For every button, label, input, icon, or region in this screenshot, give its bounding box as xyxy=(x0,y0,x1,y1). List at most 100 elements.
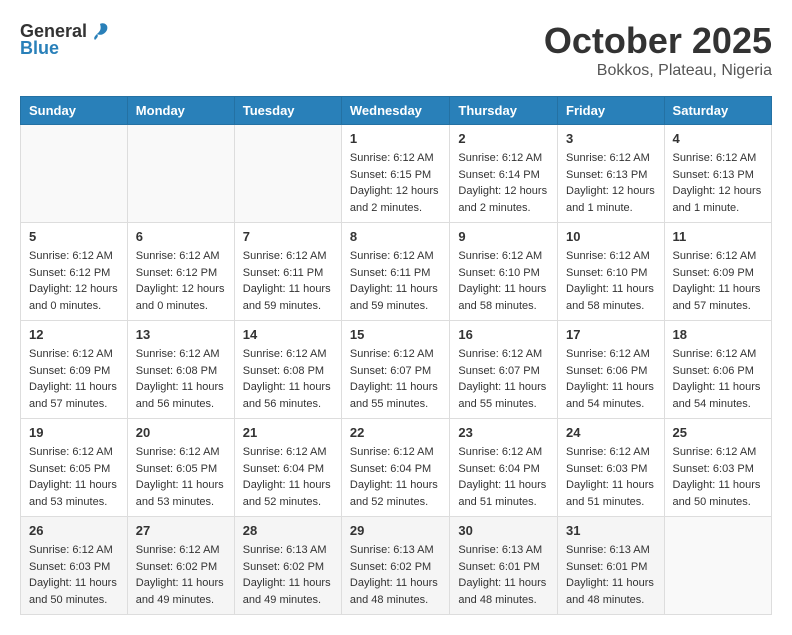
day-number: 18 xyxy=(673,327,763,342)
calendar-day-cell: 24 Sunrise: 6:12 AMSunset: 6:03 PMDayligh… xyxy=(558,419,665,517)
day-number: 24 xyxy=(566,425,656,440)
calendar-week-row: 26 Sunrise: 6:12 AMSunset: 6:03 PMDayligh… xyxy=(21,517,772,615)
daylight-info: Daylight: 11 hours and 59 minutes. xyxy=(243,283,331,312)
day-info: Sunrise: 6:12 AMSunset: 6:07 PMDaylight:… xyxy=(350,346,442,412)
daylight-info: Daylight: 11 hours and 57 minutes. xyxy=(29,381,117,410)
day-info: Sunrise: 6:12 AMSunset: 6:03 PMDaylight:… xyxy=(29,542,119,608)
day-info: Sunrise: 6:12 AMSunset: 6:04 PMDaylight:… xyxy=(350,444,442,510)
daylight-info: Daylight: 12 hours and 0 minutes. xyxy=(29,283,118,312)
calendar-day-cell: 5Sunrise: 6:12 AMSunset: 6:12 PMDaylight… xyxy=(21,223,128,321)
daylight-info: Daylight: 11 hours and 50 minutes. xyxy=(29,577,117,606)
daylight-info: Daylight: 12 hours and 2 minutes. xyxy=(458,185,547,214)
sunset-info: Sunset: 6:07 PM xyxy=(458,365,539,377)
calendar-week-row: 1 Sunrise: 6:12 AMSunset: 6:15 PMDaylight… xyxy=(21,125,772,223)
sunrise-info: Sunrise: 6:13 AM xyxy=(243,544,327,556)
daylight-info: Daylight: 11 hours and 56 minutes. xyxy=(136,381,224,410)
day-number: 12 xyxy=(29,327,119,342)
sunset-info: Sunset: 6:04 PM xyxy=(458,463,539,475)
sunrise-info: Sunrise: 6:12 AM xyxy=(458,250,542,262)
sunset-info: Sunset: 6:02 PM xyxy=(243,561,324,573)
calendar-day-cell: 26 Sunrise: 6:12 AMSunset: 6:03 PMDayligh… xyxy=(21,517,128,615)
day-number: 1 xyxy=(350,131,442,146)
sunset-info: Sunset: 6:10 PM xyxy=(458,267,539,279)
day-info: Sunrise: 6:12 AMSunset: 6:04 PMDaylight:… xyxy=(458,444,549,510)
sunrise-info: Sunrise: 6:12 AM xyxy=(350,348,434,360)
sunrise-info: Sunrise: 6:12 AM xyxy=(243,446,327,458)
day-info: Sunrise: 6:12 AMSunset: 6:02 PMDaylight:… xyxy=(136,542,226,608)
sunset-info: Sunset: 6:02 PM xyxy=(350,561,431,573)
calendar-day-cell: 22 Sunrise: 6:12 AMSunset: 6:04 PMDayligh… xyxy=(341,419,450,517)
daylight-info: Daylight: 11 hours and 54 minutes. xyxy=(673,381,761,410)
sunset-info: Sunset: 6:10 PM xyxy=(566,267,647,279)
day-info: Sunrise: 6:13 AMSunset: 6:01 PMDaylight:… xyxy=(458,542,549,608)
calendar-day-cell: 1 Sunrise: 6:12 AMSunset: 6:15 PMDaylight… xyxy=(341,125,450,223)
day-number: 14 xyxy=(243,327,333,342)
daylight-info: Daylight: 11 hours and 53 minutes. xyxy=(29,479,117,508)
calendar-day-cell: 11Sunrise: 6:12 AMSunset: 6:09 PMDayligh… xyxy=(664,223,771,321)
day-number: 13 xyxy=(136,327,226,342)
daylight-info: Daylight: 11 hours and 48 minutes. xyxy=(350,577,438,606)
sunrise-info: Sunrise: 6:12 AM xyxy=(458,152,542,164)
calendar-day-cell: 18Sunrise: 6:12 AMSunset: 6:06 PMDayligh… xyxy=(664,321,771,419)
sunset-info: Sunset: 6:01 PM xyxy=(458,561,539,573)
day-number: 26 xyxy=(29,523,119,538)
calendar-day-cell: 9Sunrise: 6:12 AMSunset: 6:10 PMDaylight… xyxy=(450,223,558,321)
day-info: Sunrise: 6:12 AMSunset: 6:13 PMDaylight:… xyxy=(673,150,763,216)
day-number: 19 xyxy=(29,425,119,440)
logo-bird-icon xyxy=(89,20,111,42)
day-number: 5 xyxy=(29,229,119,244)
calendar-day-cell: 12Sunrise: 6:12 AMSunset: 6:09 PMDayligh… xyxy=(21,321,128,419)
day-number: 4 xyxy=(673,131,763,146)
day-number: 7 xyxy=(243,229,333,244)
sunrise-info: Sunrise: 6:12 AM xyxy=(350,152,434,164)
sunset-info: Sunset: 6:12 PM xyxy=(29,267,110,279)
day-info: Sunrise: 6:12 AMSunset: 6:07 PMDaylight:… xyxy=(458,346,549,412)
daylight-info: Daylight: 12 hours and 1 minute. xyxy=(566,185,655,214)
calendar-day-cell: 15Sunrise: 6:12 AMSunset: 6:07 PMDayligh… xyxy=(341,321,450,419)
sunrise-info: Sunrise: 6:12 AM xyxy=(29,446,113,458)
day-number: 29 xyxy=(350,523,442,538)
calendar-day-cell: 23Sunrise: 6:12 AMSunset: 6:04 PMDayligh… xyxy=(450,419,558,517)
calendar-day-cell: 2Sunrise: 6:12 AMSunset: 6:14 PMDaylight… xyxy=(450,125,558,223)
day-number: 28 xyxy=(243,523,333,538)
day-number: 22 xyxy=(350,425,442,440)
calendar-week-row: 5 Sunrise: 6:12 AM Sunset: 6:12 PM Daylight… xyxy=(21,223,772,321)
sunrise-info: Sunrise: 6:12 AM xyxy=(136,250,220,262)
day-info: Sunrise: 6:12 AMSunset: 6:08 PMDaylight:… xyxy=(243,346,333,412)
day-number: 20 xyxy=(136,425,226,440)
sunrise-info: Sunrise: 6:12 AM xyxy=(458,446,542,458)
daylight-info: Daylight: 12 hours and 1 minute. xyxy=(673,185,762,214)
day-number: 25 xyxy=(673,425,763,440)
title-section: October 2025 Bokkos, Plateau, Nigeria xyxy=(544,20,772,80)
day-info: Sunrise: 6:12 AMSunset: 6:05 PMDaylight:… xyxy=(29,444,119,510)
calendar-day-cell: 3Sunrise: 6:12 AMSunset: 6:13 PMDaylight… xyxy=(558,125,665,223)
day-info: Sunrise: 6:12 AMSunset: 6:15 PMDaylight:… xyxy=(350,150,442,216)
calendar-day-cell: 31Sunrise: 6:13 AMSunset: 6:01 PMDayligh… xyxy=(558,517,665,615)
calendar-day-cell: 4 Sunrise: 6:12 AMSunset: 6:13 PMDaylight… xyxy=(664,125,771,223)
sunset-info: Sunset: 6:13 PM xyxy=(566,169,647,181)
day-number: 31 xyxy=(566,523,656,538)
calendar-day-cell: 25 Sunrise: 6:12 AMSunset: 6:03 PMDayligh… xyxy=(664,419,771,517)
calendar-day-cell xyxy=(127,125,234,223)
calendar-day-cell: 17Sunrise: 6:12 AMSunset: 6:06 PMDayligh… xyxy=(558,321,665,419)
calendar-day-cell: 19 Sunrise: 6:12 AMSunset: 6:05 PMDayligh… xyxy=(21,419,128,517)
sunrise-info: Sunrise: 6:12 AM xyxy=(566,250,650,262)
calendar-table: SundayMondayTuesdayWednesdayThursdayFrid… xyxy=(20,96,772,615)
day-info: Sunrise: 6:12 AMSunset: 6:08 PMDaylight:… xyxy=(136,346,226,412)
sunset-info: Sunset: 6:08 PM xyxy=(136,365,217,377)
daylight-info: Daylight: 11 hours and 55 minutes. xyxy=(350,381,438,410)
calendar-day-header: Thursday xyxy=(450,97,558,125)
day-info: Sunrise: 6:12 AMSunset: 6:03 PMDaylight:… xyxy=(566,444,656,510)
calendar-day-cell: 29Sunrise: 6:13 AMSunset: 6:02 PMDayligh… xyxy=(341,517,450,615)
day-info: Sunrise: 6:12 AMSunset: 6:10 PMDaylight:… xyxy=(458,248,549,314)
sunrise-info: Sunrise: 6:12 AM xyxy=(29,348,113,360)
sunrise-info: Sunrise: 6:12 AM xyxy=(673,250,757,262)
day-info: Sunrise: 6:12 AMSunset: 6:11 PMDaylight:… xyxy=(350,248,442,314)
day-number: 21 xyxy=(243,425,333,440)
daylight-info: Daylight: 11 hours and 59 minutes. xyxy=(350,283,438,312)
daylight-info: Daylight: 11 hours and 48 minutes. xyxy=(566,577,654,606)
daylight-info: Daylight: 11 hours and 55 minutes. xyxy=(458,381,546,410)
sunset-info: Sunset: 6:09 PM xyxy=(673,267,754,279)
day-info: Sunrise: 6:12 AMSunset: 6:03 PMDaylight:… xyxy=(673,444,763,510)
sunset-info: Sunset: 6:14 PM xyxy=(458,169,539,181)
